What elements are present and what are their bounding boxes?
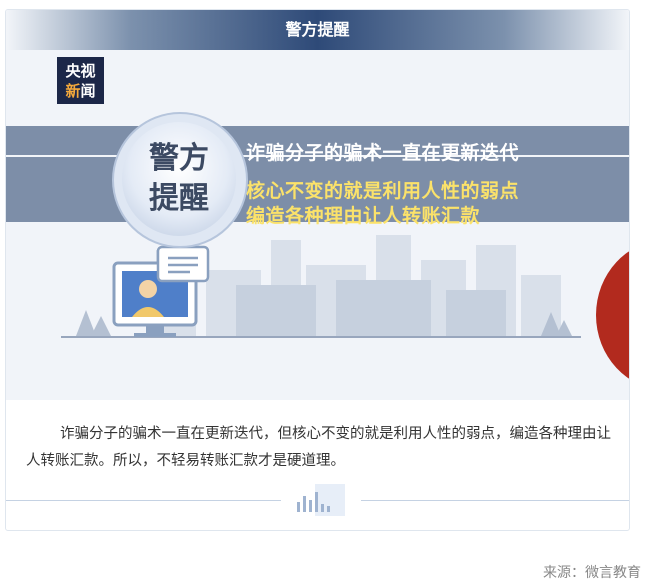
banner-line1: 诈骗分子的骗术一直在更新迭代	[246, 142, 520, 164]
cctv-news-logo: 央视 新闻	[57, 57, 104, 104]
banner-line2: 核心不变的就是利用人性的弱点	[246, 180, 520, 202]
source-credit: 来源：微言教育	[543, 565, 641, 581]
police-reminder-badge: 警方 提醒	[122, 122, 236, 236]
chat-bubble-icon	[156, 245, 210, 283]
card-header-title: 警方提醒	[285, 20, 350, 39]
logo-line1: 央视	[65, 61, 96, 80]
computer-monitor-icon	[112, 245, 210, 337]
hero-illustration: 央视 新闻 诈骗分子的骗术一直在更新迭代 核心不变的就是利用人性的弱点 编造各种…	[6, 50, 629, 400]
divider-line-right	[361, 500, 629, 501]
article-paragraph: 诈骗分子的骗术一直在更新迭代，但核心不变的就是利用人性的弱点，编造各种理由让人转…	[26, 426, 611, 469]
badge-line2: 提醒	[149, 181, 209, 216]
divider-line-left	[6, 500, 281, 501]
badge-line1: 警方	[149, 141, 209, 176]
logo-line2-b: 闻	[80, 81, 96, 100]
bar-chart-icon	[297, 484, 345, 516]
logo-line2-a: 新	[65, 81, 81, 100]
banner-line3: 编造各种理由让人转账汇款	[246, 205, 481, 227]
article-card: 警方提醒 央视 新闻 诈骗分子的骗术一直在更新迭代 核心不变的就是利用人性的弱点…	[5, 9, 630, 531]
cityscape-illustration	[76, 235, 572, 336]
